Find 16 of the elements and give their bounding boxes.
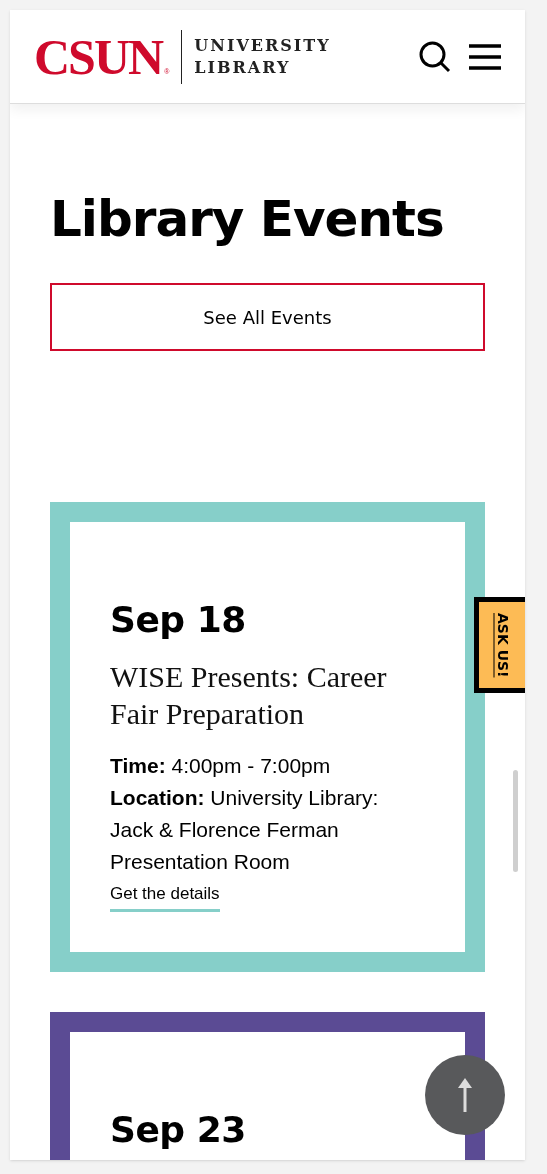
search-icon[interactable] bbox=[419, 40, 451, 73]
arrow-up-icon bbox=[458, 1078, 472, 1112]
menu-icon[interactable] bbox=[469, 43, 501, 70]
event-time: Time: 4:00pm - 7:00pm bbox=[110, 753, 332, 779]
event-date: Sep 18 bbox=[110, 602, 247, 638]
scrollbar[interactable] bbox=[513, 770, 518, 872]
page-title: Library Events bbox=[50, 194, 445, 244]
ask-us-tab[interactable]: ASK US! bbox=[474, 597, 525, 693]
details-link[interactable]: Get the details bbox=[110, 882, 220, 912]
event-date: Sep 23 bbox=[110, 1112, 247, 1148]
see-all-events-button[interactable]: See All Events bbox=[50, 283, 485, 351]
event-location: Location: University Library: Jack & Florence Ferman Presentation Room bbox=[110, 785, 380, 875]
university-label: UNIVERSITY bbox=[194, 34, 331, 57]
library-label: LIBRARY bbox=[194, 56, 292, 79]
csun-wordmark[interactable]: CSUN bbox=[34, 33, 163, 80]
event-title: WISE Presents: Career Fair Preparation bbox=[110, 659, 388, 732]
